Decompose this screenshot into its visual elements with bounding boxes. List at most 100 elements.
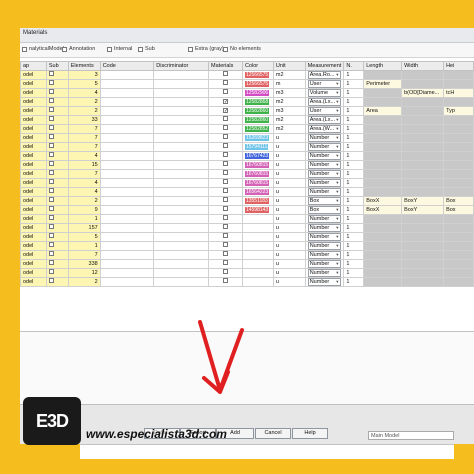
length-cell[interactable] — [363, 178, 403, 188]
length-cell[interactable] — [363, 151, 403, 161]
code-cell[interactable] — [99, 178, 155, 188]
materials-checkbox[interactable] — [223, 269, 228, 274]
materials-cell[interactable] — [208, 241, 243, 251]
type-cell[interactable]: odel — [20, 124, 47, 134]
materials-cell[interactable] — [208, 205, 243, 215]
table-row[interactable]: odel 5 12566575 m User ▼ 1 Perimeter — [20, 79, 474, 89]
sub-cell[interactable] — [45, 133, 69, 143]
code-cell[interactable] — [99, 70, 155, 80]
sub-checkbox[interactable] — [48, 179, 54, 184]
elements-cell[interactable]: 7 — [67, 169, 101, 179]
materials-checkbox[interactable] — [223, 71, 228, 76]
materials-checkbox[interactable] — [223, 179, 228, 184]
width-cell[interactable] — [401, 268, 445, 278]
measurement-cell[interactable]: Number ▼ — [304, 214, 345, 224]
n-cell[interactable]: 1 — [343, 232, 365, 242]
n-cell[interactable]: 1 — [343, 214, 365, 224]
discriminator-cell[interactable] — [153, 124, 210, 134]
code-cell[interactable] — [99, 268, 155, 278]
discriminator-cell[interactable] — [153, 259, 210, 269]
measurement-cell[interactable]: User ▼ — [304, 79, 345, 89]
sub-cell[interactable] — [45, 178, 69, 188]
option-internal[interactable]: Internal — [107, 46, 132, 52]
materials-cell[interactable] — [208, 133, 243, 143]
width-cell[interactable] — [401, 241, 445, 251]
code-cell[interactable] — [99, 133, 155, 143]
elements-cell[interactable]: 5 — [67, 232, 101, 242]
discriminator-cell[interactable] — [153, 187, 210, 197]
measurement-cell[interactable]: Number ▼ — [304, 142, 345, 152]
width-cell[interactable]: b(OD[Diame... — [401, 88, 445, 98]
materials-cell[interactable] — [208, 88, 243, 98]
sub-cell[interactable] — [45, 232, 69, 242]
unit-cell[interactable]: u — [272, 223, 306, 233]
sub-checkbox[interactable] — [48, 224, 54, 229]
unit-cell[interactable]: m — [272, 79, 306, 89]
type-cell[interactable]: odel — [20, 277, 47, 287]
materials-checkbox[interactable] — [223, 170, 228, 175]
elements-cell[interactable]: 2 — [67, 97, 101, 107]
color-cell[interactable]: 12582852 — [241, 124, 274, 134]
length-cell[interactable] — [363, 160, 403, 170]
type-cell[interactable]: odel — [20, 79, 47, 89]
sub-cell[interactable] — [45, 259, 69, 269]
width-cell[interactable] — [401, 250, 445, 260]
materials-checkbox[interactable] — [223, 188, 228, 193]
checkbox[interactable] — [62, 46, 67, 52]
color-cell[interactable] — [241, 241, 274, 251]
n-cell[interactable]: 1 — [343, 160, 365, 170]
measurement-cell[interactable]: Area.(W... ▼ — [304, 124, 345, 134]
materials-cell[interactable] — [208, 214, 243, 224]
type-cell[interactable]: odel — [20, 142, 47, 152]
code-cell[interactable] — [99, 259, 155, 269]
height-cell[interactable] — [443, 178, 474, 188]
color-cell[interactable] — [241, 250, 274, 260]
n-cell[interactable]: 1 — [343, 178, 365, 188]
materials-checkbox[interactable] — [223, 233, 228, 238]
color-cell[interactable]: 13551183 — [241, 196, 274, 206]
type-cell[interactable]: odel — [20, 187, 47, 197]
color-cell[interactable]: 16760815 — [241, 169, 274, 179]
code-cell[interactable] — [99, 196, 155, 206]
table-row[interactable]: odel 2 u Number ▼ 1 — [20, 277, 474, 287]
length-cell[interactable] — [363, 232, 403, 242]
n-cell[interactable]: 1 — [343, 196, 365, 206]
code-cell[interactable] — [99, 214, 155, 224]
elements-cell[interactable]: 7 — [67, 133, 101, 143]
color-cell[interactable]: 15269823 — [241, 133, 274, 143]
length-cell[interactable] — [363, 169, 403, 179]
sub-cell[interactable] — [45, 214, 69, 224]
height-cell[interactable] — [443, 79, 474, 89]
measurement-select[interactable]: Number ▼ — [307, 170, 342, 178]
sub-cell[interactable] — [45, 97, 69, 107]
discriminator-cell[interactable] — [153, 232, 210, 242]
materials-cell[interactable] — [208, 124, 243, 134]
type-cell[interactable]: odel — [20, 133, 47, 143]
measurement-cell[interactable]: Number ▼ — [304, 241, 345, 251]
elements-cell[interactable]: 1 — [67, 241, 101, 251]
sub-cell[interactable] — [45, 70, 69, 80]
width-cell[interactable] — [401, 79, 445, 89]
color-cell[interactable]: 16767423 — [241, 151, 274, 161]
sub-cell[interactable] — [45, 187, 69, 197]
length-cell[interactable] — [363, 124, 403, 134]
height-cell[interactable]: Typ — [443, 106, 474, 116]
code-cell[interactable] — [99, 151, 155, 161]
materials-cell[interactable] — [208, 196, 243, 206]
color-cell[interactable] — [241, 214, 274, 224]
col-header[interactable]: Length — [363, 61, 403, 71]
measurement-cell[interactable]: Number ▼ — [304, 268, 345, 278]
materials-checkbox[interactable] — [223, 125, 228, 130]
materials-checkbox[interactable] — [223, 134, 228, 139]
height-cell[interactable] — [443, 214, 474, 224]
color-cell[interactable] — [241, 259, 274, 269]
sub-checkbox[interactable] — [48, 125, 54, 130]
discriminator-cell[interactable] — [153, 106, 210, 116]
n-cell[interactable]: 1 — [343, 268, 365, 278]
height-cell[interactable] — [443, 187, 474, 197]
sub-checkbox[interactable] — [48, 206, 54, 211]
checkbox[interactable] — [223, 46, 228, 52]
width-cell[interactable]: BoxY — [401, 196, 445, 206]
sub-checkbox[interactable] — [48, 80, 54, 85]
measurement-cell[interactable]: Number ▼ — [304, 250, 345, 260]
